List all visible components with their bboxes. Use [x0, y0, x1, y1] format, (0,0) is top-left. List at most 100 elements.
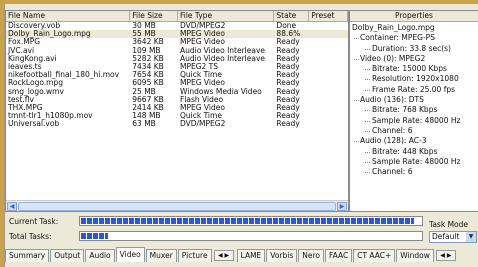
file-type-cell: MPEG Video — [179, 103, 225, 112]
arrow-left-icon[interactable]: ◀ — [440, 252, 445, 259]
file-type-cell: Audio Video Interleave — [179, 54, 266, 63]
file-list-row[interactable]: Universal.vob 63 MB DVD/MPEG2 Ready — [6, 120, 348, 128]
file-type-cell: MPEG2 TS — [179, 62, 219, 71]
file-type-cell: Audio Video Interleave — [179, 46, 266, 55]
file-list-body: Discovery.vob 30 MB DVD/MPEG2 Done Dolby_Rai… — [6, 22, 348, 128]
preset-cell — [309, 112, 348, 120]
tab-picture[interactable]: Picture — [177, 249, 212, 262]
chevron-down-icon[interactable]: ▼ — [466, 232, 476, 242]
file-list-row[interactable]: JVC.avi 109 MB Audio Video Interleave Ready — [6, 47, 348, 55]
file-name-cell: Universal.vob — [8, 120, 60, 129]
file-type-cell: MPEG Video — [179, 30, 225, 39]
file-size-cell: 30 MB — [132, 22, 156, 30]
tab-video[interactable]: Video — [115, 247, 145, 262]
file-type-cell: DVD/MPEG2 — [179, 120, 226, 129]
file-list-row[interactable]: nikefootball_final_180_hi.mov 7654 KB Quic… — [6, 71, 348, 79]
tab-scroll-arrows-1[interactable]: ◀ ▶ — [213, 250, 234, 261]
tab-vorbis[interactable]: Vorbis — [266, 249, 298, 262]
tree-stream-node[interactable]: Audio (128): AC-3 — [350, 136, 478, 146]
file-size-cell: 55 MB — [132, 30, 156, 39]
horizontal-scrollbar[interactable]: ◀ ▶ — [6, 200, 348, 211]
arrow-left-icon[interactable]: ◀ — [218, 252, 223, 259]
tree-stream-node[interactable]: Video (0): MPEG2 — [350, 54, 478, 64]
file-list-row[interactable]: Discovery.vob 30 MB DVD/MPEG2 Done — [6, 22, 348, 30]
tree-stream-node[interactable]: Container: MPEG-PS — [350, 33, 478, 43]
file-type-cell: MPEG Video — [179, 79, 225, 88]
tree-property-node: Duration: 33.8 sec(s) — [350, 44, 478, 54]
file-list-row[interactable]: tmnt-tlr1_h1080p.mov 148 MB Quick Time Read… — [6, 112, 348, 120]
file-size-cell: 2414 KB — [132, 103, 164, 112]
file-type-cell: Quick Time — [179, 112, 222, 121]
column-header-preset[interactable]: Preset — [309, 11, 348, 21]
state-cell: Ready — [276, 112, 300, 121]
file-type-cell: Quick Time — [179, 71, 222, 80]
tab-window[interactable]: Window — [396, 249, 434, 262]
tab-output[interactable]: Output — [50, 249, 85, 262]
task-mode-select[interactable]: Default ▼ — [429, 231, 477, 243]
state-cell: Ready — [276, 79, 300, 88]
task-mode-label: Task Mode — [429, 220, 469, 229]
state-cell: 88.6% — [276, 30, 301, 39]
preset-cell — [309, 30, 348, 38]
preset-cell — [309, 38, 348, 46]
tab-lame[interactable]: LAME — [236, 249, 266, 262]
file-name-cell: nikefootball_final_180_hi.mov — [8, 71, 120, 80]
preset-cell — [309, 71, 348, 79]
file-type-cell: MPEG Video — [179, 38, 225, 47]
preset-cell — [309, 79, 348, 87]
tree-property-node: Resolution: 1920x1080 — [350, 74, 478, 84]
arrow-right-icon[interactable]: ▶ — [225, 252, 230, 259]
file-list-row[interactable]: RockLogo.mpg 6095 KB MPEG Video Ready — [6, 79, 348, 87]
file-type-cell: DVD/MPEG2 — [179, 22, 226, 30]
preset-cell — [309, 47, 348, 55]
current-task-progress-fill — [81, 218, 415, 224]
tab-nero[interactable]: Nero — [298, 249, 325, 262]
preset-cell — [309, 22, 348, 30]
file-list-row[interactable]: Fox.MPG 3642 KB MPEG Video Ready — [6, 38, 348, 46]
properties-tree[interactable]: Dolby_Rain_Logo.mpg Container: MPEG-PS Dur… — [350, 22, 478, 177]
preset-cell — [309, 88, 348, 96]
file-list-row[interactable]: KingKong.avi 5282 KB Audio Video Interleav… — [6, 55, 348, 63]
arrow-right-icon[interactable]: ▶ — [447, 252, 452, 259]
file-size-cell: 7434 KB — [132, 62, 164, 71]
file-size-cell: 7654 KB — [132, 71, 164, 80]
file-list-row[interactable]: THX.MPG 2414 KB MPEG Video Ready — [6, 104, 348, 112]
total-tasks-progress — [79, 231, 423, 241]
file-size-cell: 3642 KB — [132, 38, 164, 47]
tree-root-node[interactable]: Dolby_Rain_Logo.mpg — [350, 23, 478, 33]
arrow-left-icon[interactable]: ◀ — [7, 202, 17, 211]
file-list-row[interactable]: smg_logo.wmv 25 MB Windows Media Video Read… — [6, 88, 348, 96]
tab-faac[interactable]: FAAC — [325, 249, 353, 262]
file-size-cell: 148 MB — [132, 112, 161, 121]
total-tasks-label: Total Tasks: — [9, 232, 52, 241]
app-window: File Name File Size File Type State Pres… — [4, 4, 478, 267]
scrollbar-thumb[interactable] — [18, 202, 336, 211]
state-cell: Ready — [276, 62, 300, 71]
current-task-progress — [79, 216, 423, 226]
tab-summary[interactable]: Summary — [5, 249, 50, 262]
tab-scroll-arrows-2[interactable]: ◀ ▶ — [435, 250, 456, 261]
column-header-state[interactable]: State — [274, 11, 310, 21]
tab-ct-aac-[interactable]: CT AAC+ — [353, 249, 396, 262]
preset-cell — [309, 96, 348, 104]
tab-muxer[interactable]: Muxer — [145, 249, 177, 262]
tab-group-2: LAME Vorbis Nero FAAC CT AAC+ Window — [236, 249, 435, 263]
properties-header: Properties — [350, 11, 478, 22]
file-list-row[interactable]: leaves.ts 7434 KB MPEG2 TS Ready — [6, 63, 348, 71]
state-cell: Ready — [276, 103, 300, 112]
file-name-cell: Dolby_Rain_Logo.mpg — [8, 30, 91, 39]
file-size-cell: 6095 KB — [132, 79, 164, 88]
file-list-row[interactable]: Dolby_Rain_Logo.mpg 55 MB MPEG Video 88.6% — [6, 30, 348, 39]
tree-stream-node[interactable]: Audio (136): DTS — [350, 95, 478, 105]
arrow-right-icon[interactable]: ▶ — [337, 202, 347, 211]
column-header-file-size[interactable]: File Size — [130, 11, 178, 21]
file-name-cell: RockLogo.mpg — [8, 79, 63, 88]
file-list-row[interactable]: test.flv 9667 KB Flash Video Ready — [6, 96, 348, 104]
total-tasks-progress-fill — [81, 233, 109, 239]
tab-audio[interactable]: Audio — [85, 249, 115, 262]
state-cell: Ready — [276, 46, 300, 55]
file-list[interactable]: File Name File Size File Type State Pres… — [5, 10, 349, 212]
column-header-file-name[interactable]: File Name — [6, 11, 131, 21]
state-cell: Ready — [276, 54, 300, 63]
column-header-file-type[interactable]: File Type — [178, 11, 275, 21]
